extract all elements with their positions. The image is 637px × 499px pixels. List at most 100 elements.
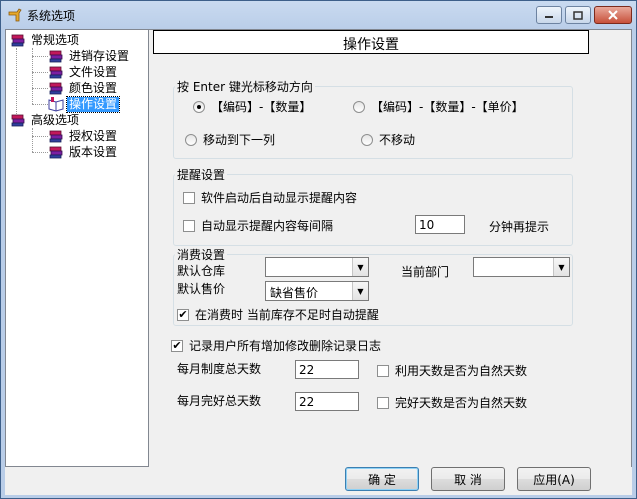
radio-label: 【编码】-【数量】-【单价】	[371, 100, 524, 114]
book-stack-icon	[49, 130, 63, 143]
default-warehouse-label: 默认仓库	[177, 264, 226, 278]
default-price-value: 缺省售价	[270, 286, 319, 300]
show-on-start-checkbox[interactable]: 软件启动后自动显示提醒内容	[183, 189, 357, 206]
tree-item-operation-settings[interactable]: 操作设置	[48, 95, 121, 113]
panel-title: 操作设置	[343, 37, 399, 53]
dropdown-arrow-icon: ▼	[352, 258, 368, 276]
tree-item-label: 操作设置	[65, 95, 121, 113]
interval-minutes-input[interactable]: 10	[415, 215, 465, 234]
tree-line	[32, 72, 48, 73]
checkbox-indicator	[183, 219, 195, 232]
close-button[interactable]	[594, 6, 632, 24]
default-price-label: 默认售价	[177, 282, 226, 296]
tree-line	[32, 136, 48, 137]
tree-group-label: 高级选项	[31, 112, 80, 127]
tree-item-color-settings[interactable]: 颜色设置	[48, 80, 119, 96]
checkbox-label: 自动显示提醒内容每间隔	[201, 219, 334, 233]
monthly-days-label: 每月制度总天数	[177, 362, 262, 376]
current-dept-label: 当前部门	[401, 265, 450, 279]
tree-item-label: 颜色设置	[69, 80, 118, 95]
checkbox-label: 软件启动后自动显示提醒内容	[201, 191, 358, 205]
radio-code-quantity-price[interactable]: 【编码】-【数量】-【单价】	[353, 98, 524, 115]
radio-indicator	[193, 100, 205, 113]
dropdown-arrow-icon: ▼	[553, 258, 569, 276]
radio-code-quantity[interactable]: 【编码】-【数量】	[193, 98, 311, 115]
enter-direction-group	[173, 86, 573, 159]
monthly-good-label: 每月完好总天数	[177, 394, 262, 408]
log-changes-checkbox[interactable]: ✔ 记录用户所有增加修改删除记录日志	[171, 337, 381, 354]
close-icon	[608, 10, 618, 20]
tree-group-advanced[interactable]: 高级选项	[10, 112, 81, 128]
minimize-button[interactable]	[536, 6, 562, 24]
use-natural-days-checkbox[interactable]: 利用天数是否为自然天数	[377, 362, 527, 379]
tree-line	[32, 128, 33, 152]
radio-indicator	[353, 100, 365, 113]
book-stack-icon	[11, 114, 25, 127]
radio-label: 【编码】-【数量】	[211, 100, 312, 114]
book-stack-icon	[49, 146, 63, 159]
title-bar: 系统选项	[1, 1, 636, 29]
tree-line	[32, 104, 48, 105]
tree-line	[16, 48, 17, 120]
ok-button[interactable]: 确 定	[345, 467, 419, 491]
book-stack-icon	[49, 66, 63, 79]
checkmark-icon: ✔	[177, 307, 189, 321]
tree-line	[32, 56, 48, 57]
book-stack-icon	[49, 82, 63, 95]
tree-item-label: 文件设置	[69, 64, 118, 79]
radio-label: 不移动	[379, 133, 416, 147]
current-dept-select[interactable]: ▼	[473, 257, 570, 277]
app-icon	[8, 8, 22, 22]
tree-item-license-settings[interactable]: 授权设置	[48, 128, 119, 144]
tree-group-label: 常规选项	[31, 32, 80, 47]
window-title: 系统选项	[27, 9, 76, 23]
tree-item-version-settings[interactable]: 版本设置	[48, 144, 119, 160]
maximize-button[interactable]	[565, 6, 591, 24]
tree-item-label: 进销存设置	[69, 48, 130, 63]
reminder-group	[173, 174, 573, 246]
default-warehouse-select[interactable]: ▼	[265, 257, 369, 277]
good-natural-days-checkbox[interactable]: 完好天数是否为自然天数	[377, 394, 527, 411]
checkbox-indicator	[377, 364, 389, 377]
checkbox-label: 在消费时 当前库存不足时自动提醒	[195, 308, 379, 322]
options-tree: 常规选项 进销存设置 文件设置 颜色设置 操作设置 高级选项 授权设置 版本设置	[5, 29, 149, 467]
consume-legend: 消费设置	[175, 246, 228, 263]
settings-panel: 操作设置 按 Enter 键光标移动方向 【编码】-【数量】 【编码】-【数量】…	[149, 29, 632, 467]
open-book-icon	[48, 97, 64, 112]
options-window: 系统选项 常规选项 进销存设置 文件设置 颜色设置 操作设置 高级选项 授权设置…	[0, 0, 637, 499]
checkbox-indicator	[377, 396, 389, 409]
tree-group-general[interactable]: 常规选项	[10, 32, 81, 48]
stock-alert-checkbox[interactable]: ✔ 在消费时 当前库存不足时自动提醒	[177, 306, 379, 323]
monthly-days-input[interactable]: 22	[295, 360, 359, 379]
apply-button[interactable]: 应用(A)	[517, 467, 591, 491]
checkbox-label: 完好天数是否为自然天数	[395, 396, 528, 410]
cancel-button[interactable]: 取 消	[431, 467, 505, 491]
panel-header: 操作设置	[153, 30, 589, 54]
radio-indicator	[361, 133, 373, 146]
radio-next-column[interactable]: 移动到下一列	[185, 131, 275, 148]
checkbox-label: 记录用户所有增加修改删除记录日志	[189, 339, 382, 353]
tree-line	[32, 88, 48, 89]
radio-indicator	[185, 133, 197, 146]
tree-item-file-settings[interactable]: 文件设置	[48, 64, 119, 80]
monthly-good-input[interactable]: 22	[295, 392, 359, 411]
tree-line	[32, 152, 48, 153]
enter-direction-legend: 按 Enter 键光标移动方向	[175, 78, 315, 95]
default-price-select[interactable]: 缺省售价 ▼	[265, 281, 369, 301]
dropdown-arrow-icon: ▼	[352, 282, 368, 300]
dialog-client: 常规选项 进销存设置 文件设置 颜色设置 操作设置 高级选项 授权设置 版本设置…	[5, 29, 632, 495]
tree-item-stock-settings[interactable]: 进销存设置	[48, 48, 131, 64]
checkbox-label: 利用天数是否为自然天数	[395, 364, 528, 378]
tree-item-label: 版本设置	[69, 144, 118, 159]
auto-show-interval-checkbox[interactable]: 自动显示提醒内容每间隔	[183, 217, 333, 234]
minimize-icon	[545, 16, 553, 18]
book-stack-icon	[49, 50, 63, 63]
radio-no-move[interactable]: 不移动	[361, 131, 415, 148]
interval-suffix-label: 分钟再提示	[489, 220, 550, 234]
maximize-icon	[573, 10, 583, 20]
checkmark-icon: ✔	[171, 338, 183, 352]
book-stack-icon	[11, 34, 25, 47]
reminder-legend: 提醒设置	[175, 166, 228, 183]
checkbox-indicator	[183, 191, 195, 204]
tree-item-label: 授权设置	[69, 128, 118, 143]
